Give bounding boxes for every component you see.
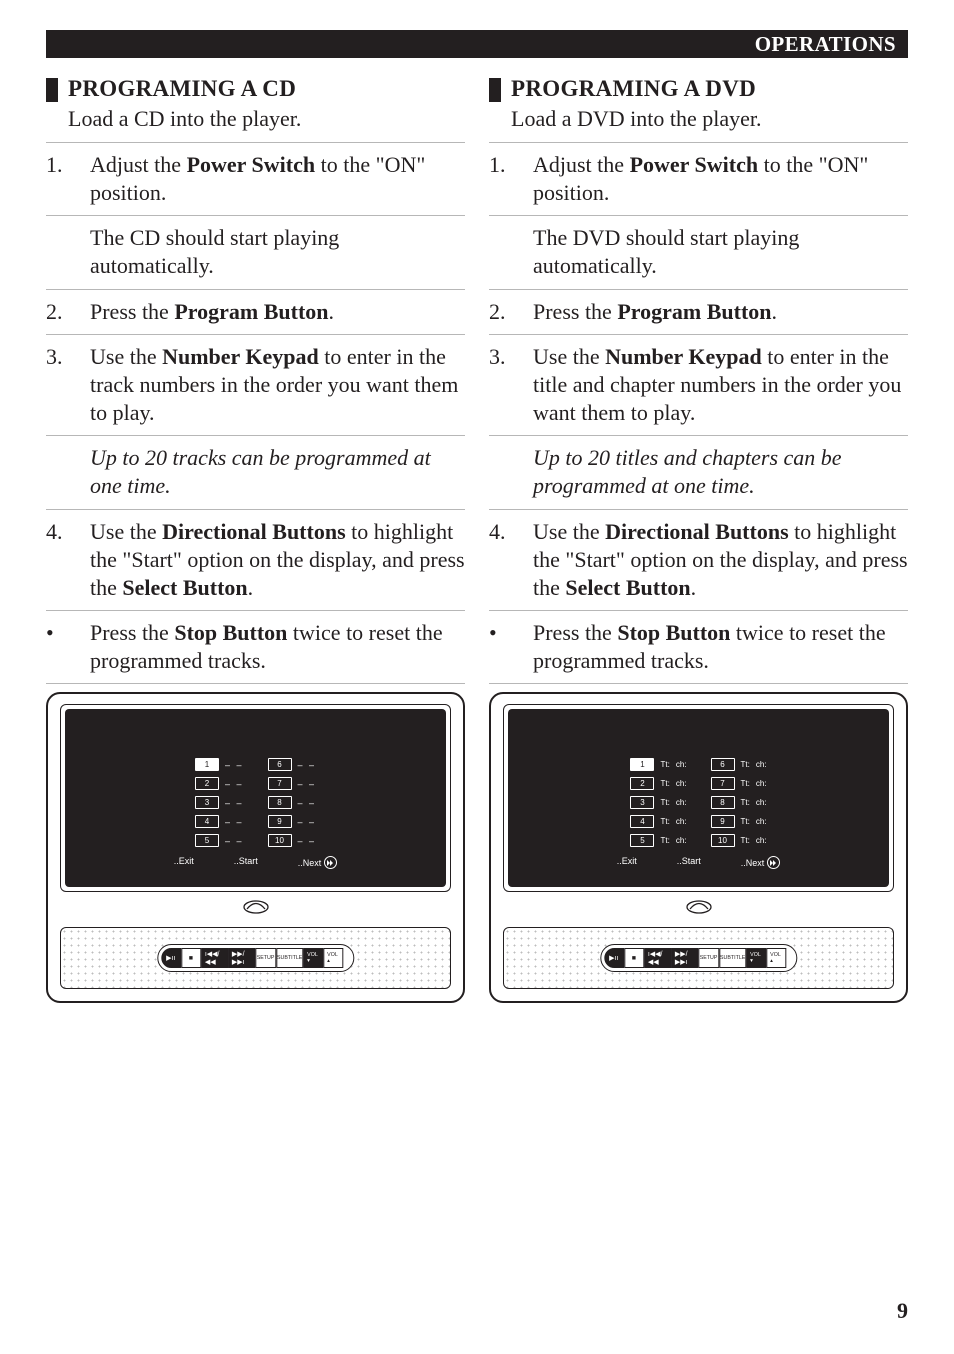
forward-button[interactable]: ▶▶/▶▶ı (671, 948, 698, 968)
speaker-plate: ▶ıı ■ ı◀◀/◀◀ ▶▶/▶▶ı SETUP SUBTITLE VOL ▾… (60, 927, 451, 989)
dvd-sub-1: The DVD should start playing automatical… (489, 215, 908, 288)
section-marker-icon (489, 78, 501, 102)
rewind-button[interactable]: ı◀◀/◀◀ (644, 948, 671, 968)
play-pause-button[interactable]: ▶ıı (161, 948, 181, 968)
dvd-step-3: 3. Use the Number Keypad to enter in the… (489, 334, 908, 435)
cd-sub-3: Up to 20 tracks can be programmed at one… (46, 435, 465, 508)
cd-column: PROGRAMING A CD Load a CD into the playe… (46, 76, 465, 1003)
cd-step-3: 3. Use the Number Keypad to enter in the… (46, 334, 465, 435)
control-button-strip: ▶ıı ■ ı◀◀/◀◀ ▶▶/▶▶ı SETUP SUBTITLE VOL ▾… (157, 944, 354, 972)
cd-step-1: 1. Adjust the Power Switch to the "ON" p… (46, 142, 465, 215)
control-button-strip: ▶ıı ■ ı◀◀/◀◀ ▶▶/▶▶ı SETUP SUBTITLE VOL ▾… (600, 944, 797, 972)
dvd-bullet: • Press the Stop Button twice to reset t… (489, 610, 908, 683)
hinge-icon (60, 892, 451, 921)
speaker-plate: ▶ıı ■ ı◀◀/◀◀ ▶▶/▶▶ı SETUP SUBTITLE VOL ▾… (503, 927, 894, 989)
section-header-bar: OPERATIONS (46, 30, 908, 58)
dvd-sub-3: Up to 20 titles and chapters can be prog… (489, 435, 908, 508)
osd-next: ..Next (741, 856, 781, 869)
dvd-step-2: 2. Press the Program Button. (489, 289, 908, 334)
section-header-label: OPERATIONS (755, 30, 896, 58)
dvd-title: PROGRAMING A DVD (511, 76, 762, 102)
dvd-step-1: 1. Adjust the Power Switch to the "ON" p… (489, 142, 908, 215)
cd-bullet: • Press the Stop Button twice to reset t… (46, 610, 465, 683)
vol-up-button[interactable]: VOL ▴ (766, 948, 786, 968)
cd-device-illustration: 1– – 2– – 3– – 4– – 5– – 6– – 7– – 8– – … (46, 692, 465, 1003)
cd-title: PROGRAMING A CD (68, 76, 301, 102)
cd-intro: Load a CD into the player. (68, 106, 301, 132)
hinge-icon (503, 892, 894, 921)
dvd-program-osd: 1Tt:ch: 2Tt:ch: 3Tt:ch: 4Tt:ch: 5Tt:ch: … (508, 709, 889, 887)
dvd-intro: Load a DVD into the player. (511, 106, 762, 132)
vol-down-button[interactable]: VOL ▾ (746, 948, 766, 968)
cd-sub-1: The CD should start playing automaticall… (46, 215, 465, 288)
stop-button[interactable]: ■ (181, 948, 201, 968)
osd-exit: ..Exit (617, 856, 637, 869)
rewind-button[interactable]: ı◀◀/◀◀ (201, 948, 228, 968)
next-icon (324, 856, 337, 869)
osd-start: ..Start (677, 856, 701, 869)
stop-button[interactable]: ■ (624, 948, 644, 968)
forward-button[interactable]: ▶▶/▶▶ı (228, 948, 255, 968)
osd-next: ..Next (298, 856, 338, 869)
next-icon (767, 856, 780, 869)
cd-step-2: 2. Press the Program Button. (46, 289, 465, 334)
subtitle-button[interactable]: SUBTITLE (276, 948, 303, 968)
osd-exit: ..Exit (174, 856, 194, 869)
vol-down-button[interactable]: VOL ▾ (303, 948, 323, 968)
dvd-device-illustration: 1Tt:ch: 2Tt:ch: 3Tt:ch: 4Tt:ch: 5Tt:ch: … (489, 692, 908, 1003)
vol-up-button[interactable]: VOL ▴ (323, 948, 343, 968)
page-number: 9 (897, 1298, 908, 1324)
section-marker-icon (46, 78, 58, 102)
setup-button[interactable]: SETUP (698, 948, 719, 968)
dvd-column: PROGRAMING A DVD Load a DVD into the pla… (489, 76, 908, 1003)
setup-button[interactable]: SETUP (255, 948, 276, 968)
osd-start: ..Start (234, 856, 258, 869)
play-pause-button[interactable]: ▶ıı (604, 948, 624, 968)
cd-step-4: 4. Use the Directional Buttons to highli… (46, 509, 465, 610)
subtitle-button[interactable]: SUBTITLE (719, 948, 746, 968)
cd-program-osd: 1– – 2– – 3– – 4– – 5– – 6– – 7– – 8– – … (65, 709, 446, 887)
dvd-step-4: 4. Use the Directional Buttons to highli… (489, 509, 908, 610)
